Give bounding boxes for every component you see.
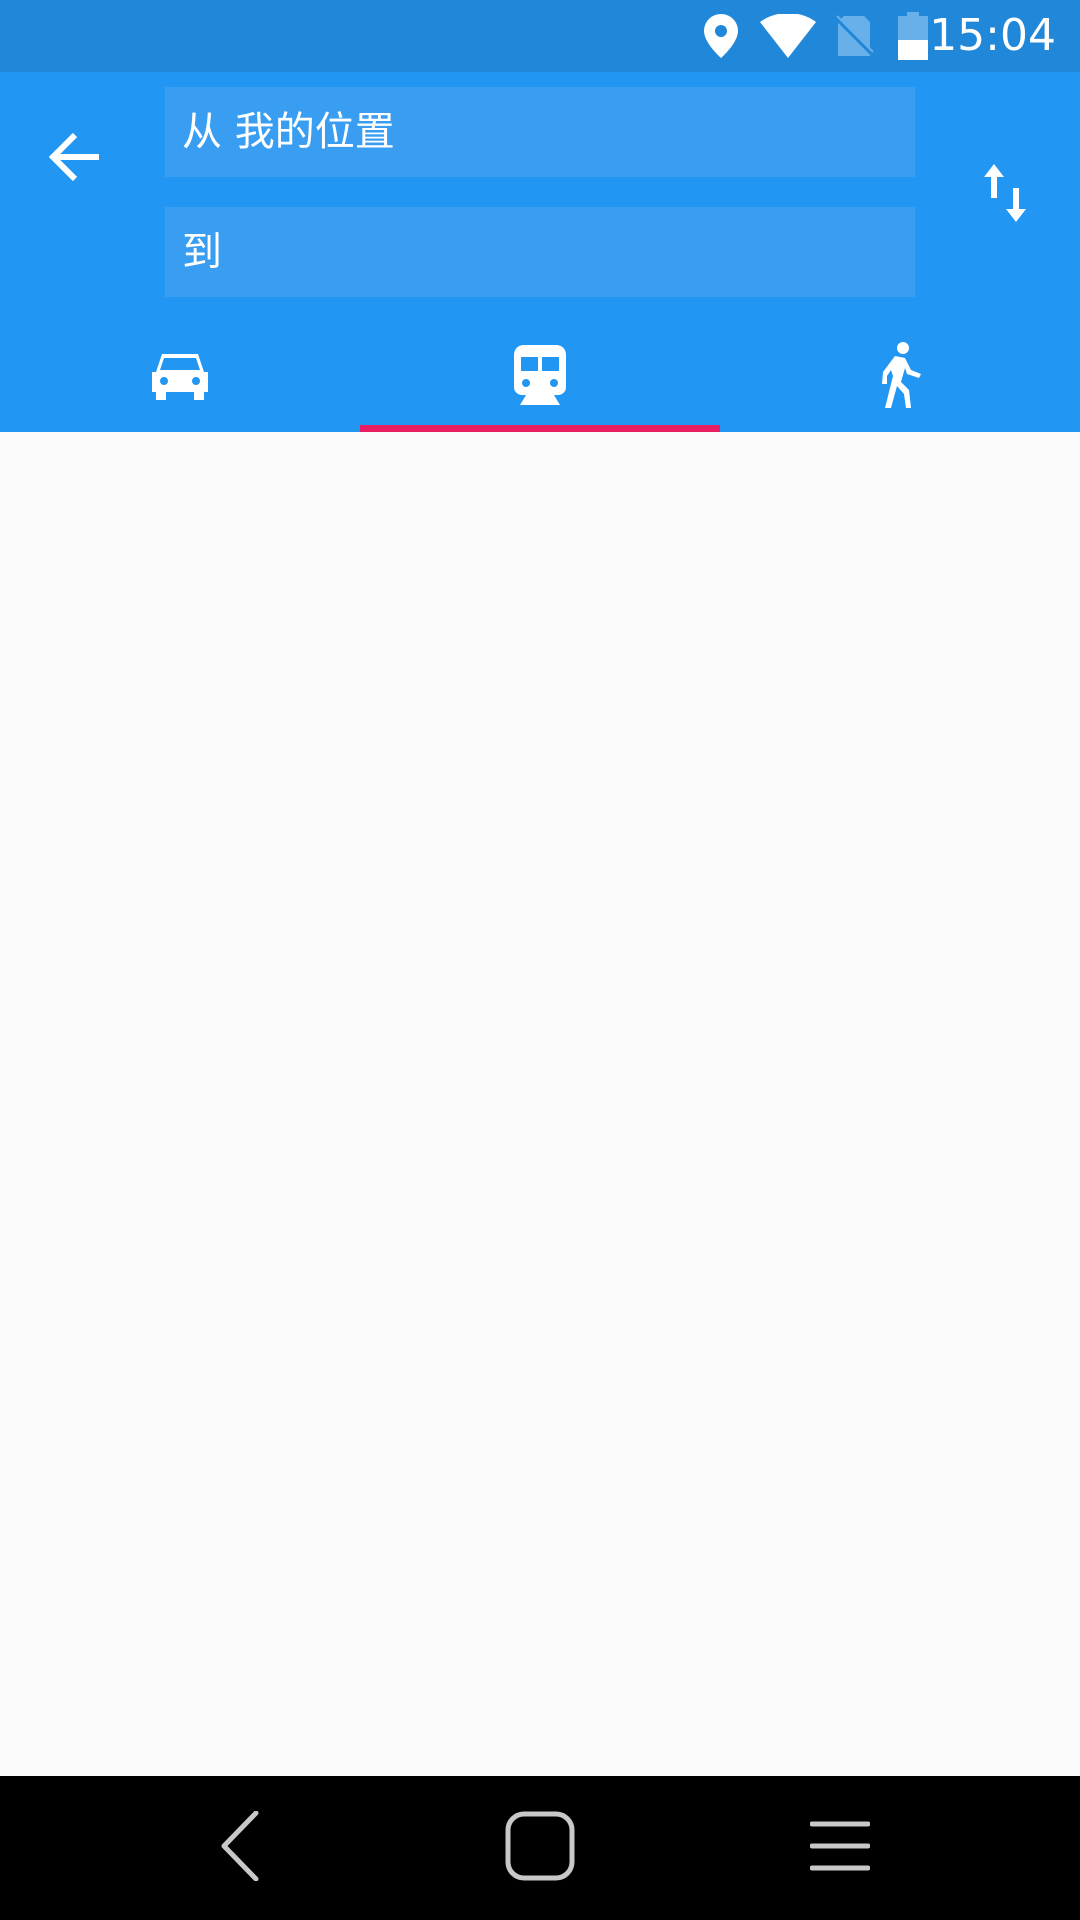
nav-menu-button[interactable] [790,1798,890,1898]
back-icon [220,1810,260,1885]
location-icon [704,14,738,62]
no-sim-icon [834,14,874,62]
route-header: 从 我的位置 到 [0,72,1080,432]
back-button[interactable] [30,114,120,204]
tab-transit[interactable] [360,322,720,432]
system-nav-bar [0,1776,1080,1920]
tab-driving[interactable] [0,322,360,432]
to-field[interactable]: 到 [165,207,915,297]
tab-walking[interactable] [720,322,1080,432]
from-field-text: 从 我的位置 [182,109,395,155]
car-icon [152,350,208,404]
wifi-icon [760,13,816,62]
swap-vert-icon [984,164,1026,226]
nav-home-button[interactable] [490,1798,590,1898]
tab-indicator [360,425,720,432]
status-bar: 15:04 [0,0,1080,72]
train-icon [514,345,566,409]
to-field-text: 到 [182,229,222,275]
nav-back-button[interactable] [190,1798,290,1898]
battery-icon [898,12,928,64]
route-results-area [0,432,1080,1776]
status-time: 15:04 [929,10,1056,61]
home-icon [504,1810,576,1886]
menu-icon [809,1816,871,1880]
walk-icon [877,342,923,412]
swap-button[interactable] [960,150,1050,240]
from-field[interactable]: 从 我的位置 [165,87,915,177]
arrow-back-icon [48,132,101,185]
screen: 15:04 从 我的位置 到 [0,0,1080,1920]
